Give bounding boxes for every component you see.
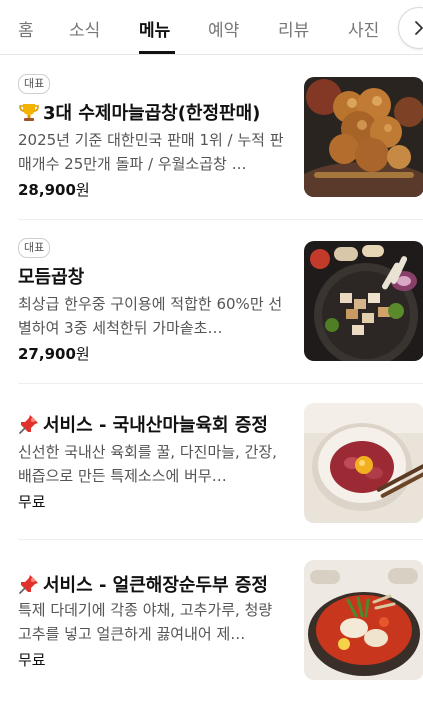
menu-item-title: 3대 수제마늘곱창(한정판매) bbox=[18, 99, 260, 125]
price-amount: 28,900 bbox=[18, 181, 76, 199]
menu-item[interactable]: 서비스 - 국내산마늘육회 증정 신선한 국내산 육회를 꿀, 다진마늘, 간장… bbox=[0, 392, 423, 552]
menu-item-name: 3대 수제마늘곱창(한정판매) bbox=[43, 103, 261, 124]
tab-home[interactable]: 홈 bbox=[18, 16, 34, 41]
menu-item-name: 서비스 - 국내산마늘육회 증정 bbox=[43, 415, 268, 436]
divider bbox=[18, 383, 423, 384]
menu-item[interactable]: 대표 3대 수제마늘곱창(한정판매) 2025년 기준 대한민국 판매 1위 /… bbox=[0, 64, 423, 224]
sundubu-stew-photo[interactable] bbox=[304, 560, 423, 680]
price-unit: 원 bbox=[75, 345, 90, 363]
menu-item-name: 모듬곱창 bbox=[18, 267, 85, 288]
menu-item-price: 28,900원 bbox=[18, 179, 90, 200]
menu-item-description: 2025년 기준 대한민국 판매 1위 / 누적 판매개수 25만개 돌파 / … bbox=[18, 131, 284, 173]
menu-item-price: 무료 bbox=[18, 493, 46, 511]
pushpin-icon bbox=[19, 415, 38, 434]
pushpin-icon bbox=[19, 575, 38, 594]
divider bbox=[18, 219, 423, 220]
price-amount: 27,900 bbox=[18, 345, 76, 363]
assorted-gopchang-photo[interactable] bbox=[304, 241, 423, 361]
tabs-next-button[interactable] bbox=[398, 7, 423, 49]
signature-badge: 대표 bbox=[18, 74, 51, 94]
menu-item-description: 신선한 국내산 육회를 꿀, 다진마늘, 간장, 배즙으로 만든 특제소스에 버… bbox=[18, 443, 277, 485]
menu-item-title: 모듬곱창 bbox=[18, 263, 84, 289]
yukhoe-photo[interactable] bbox=[304, 403, 423, 523]
tab-menu[interactable]: 메뉴 bbox=[139, 16, 170, 41]
price-unit: 원 bbox=[75, 181, 90, 199]
tab-news[interactable]: 소식 bbox=[69, 16, 100, 41]
tab-bar: 홈 소식 메뉴 예약 리뷰 사진 bbox=[0, 0, 423, 55]
menu-item-title: 서비스 - 얼큰해장순두부 증정 bbox=[18, 571, 268, 597]
garlic-gopchang-photo[interactable] bbox=[304, 77, 423, 197]
divider bbox=[18, 539, 423, 540]
menu-item-name: 서비스 - 얼큰해장순두부 증정 bbox=[43, 575, 268, 596]
menu-item[interactable]: 대표 모듬곱창 최상급 한우중 구이용에 적합한 60%만 선별하여 3중 세척… bbox=[0, 228, 423, 388]
signature-badge: 대표 bbox=[18, 238, 51, 258]
tab-photos[interactable]: 사진 bbox=[348, 16, 379, 41]
tab-reviews[interactable]: 리뷰 bbox=[278, 16, 309, 41]
tab-reservation[interactable]: 예약 bbox=[208, 16, 239, 41]
menu-item-description: 최상급 한우중 구이용에 적합한 60%만 선별하여 3중 세척한뒤 가마솥초… bbox=[18, 295, 283, 337]
menu-item-title: 서비스 - 국내산마늘육회 증정 bbox=[18, 411, 268, 437]
menu-item-price: 무료 bbox=[18, 651, 46, 669]
active-tab-indicator bbox=[139, 51, 175, 54]
menu-item-price: 27,900원 bbox=[18, 343, 90, 364]
menu-item[interactable]: 서비스 - 얼큰해장순두부 증정 특제 다데기에 각종 야채, 고추가루, 청량… bbox=[0, 556, 423, 716]
chevron-right-icon bbox=[415, 21, 423, 35]
trophy-icon bbox=[19, 104, 39, 121]
menu-item-description: 특제 다데기에 각종 야채, 고추가루, 청량고추를 넣고 얼큰하게 끓여내어 … bbox=[18, 601, 273, 643]
